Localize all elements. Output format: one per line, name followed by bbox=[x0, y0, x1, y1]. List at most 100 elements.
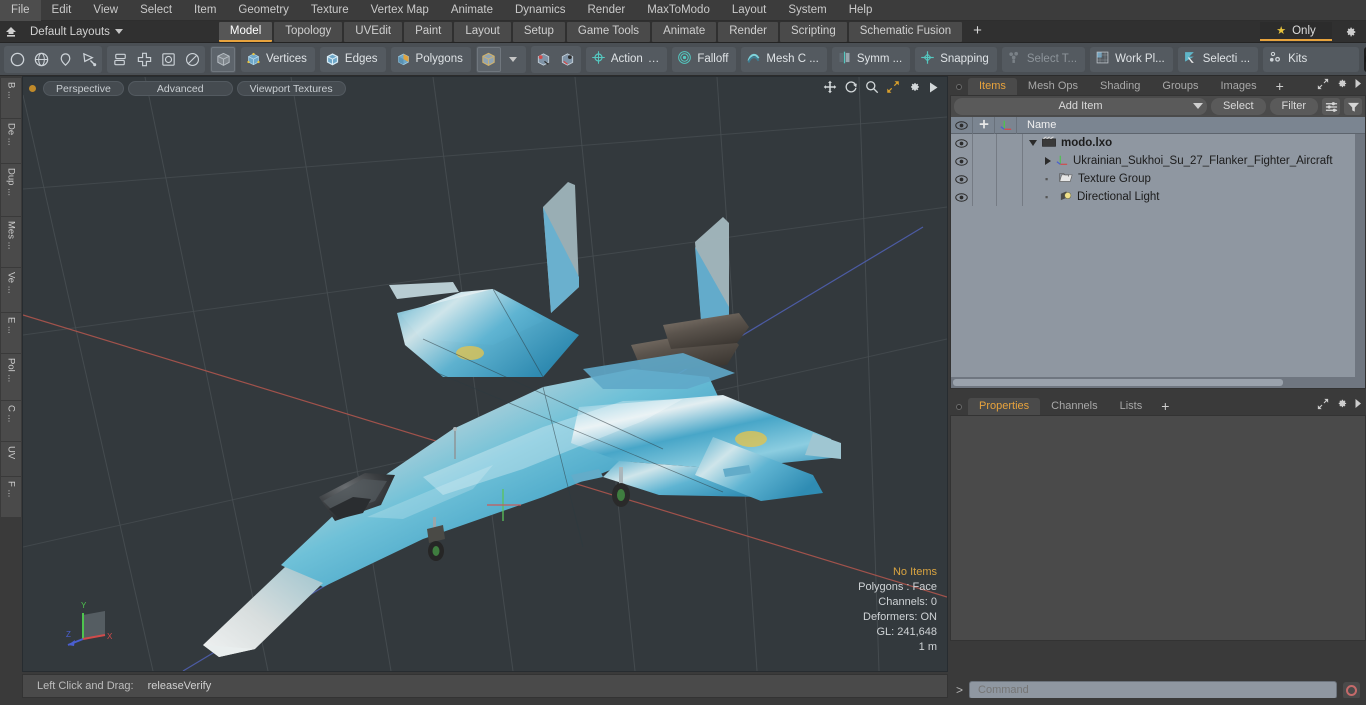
menu-item-layout[interactable]: Layout bbox=[721, 0, 778, 21]
collapse-up-icon[interactable] bbox=[0, 22, 22, 42]
menu-item-maxtomodo[interactable]: MaxToModo bbox=[636, 0, 721, 21]
menu-item-edit[interactable]: Edit bbox=[41, 0, 83, 21]
table-row[interactable]: Ukrainian_Sukhoi_Su_27_Flanker_Fighter_A… bbox=[951, 152, 1365, 170]
select-button[interactable]: Select bbox=[1210, 98, 1266, 115]
layout-tab-schematic-fusion[interactable]: Schematic Fusion bbox=[848, 21, 963, 42]
properties-panel-body[interactable] bbox=[950, 415, 1366, 641]
layout-tab-render[interactable]: Render bbox=[718, 21, 778, 42]
left-tab-mesh-edit[interactable]: Mes ... bbox=[1, 217, 21, 267]
record-icon[interactable] bbox=[1343, 681, 1360, 699]
layout-tab-animate[interactable]: Animate bbox=[652, 21, 717, 42]
gear-icon[interactable] bbox=[1340, 23, 1360, 41]
tab-properties[interactable]: Properties bbox=[968, 398, 1041, 415]
menu-item-texture[interactable]: Texture bbox=[300, 0, 360, 21]
layout-tab-model[interactable]: Model bbox=[218, 21, 273, 42]
snapping-button[interactable]: Snapping bbox=[915, 46, 997, 72]
tab-items[interactable]: Items bbox=[968, 78, 1017, 95]
eye-icon[interactable] bbox=[951, 152, 973, 170]
menu-item-view[interactable]: View bbox=[82, 0, 129, 21]
pen-icon[interactable] bbox=[53, 47, 77, 72]
tree-cell-axis[interactable] bbox=[997, 170, 1023, 188]
selection-mode-vertices[interactable]: Vertices bbox=[241, 46, 315, 72]
menu-item-file[interactable]: File bbox=[0, 0, 41, 21]
eye-icon[interactable] bbox=[951, 170, 973, 188]
polygon-pen-icon[interactable] bbox=[77, 47, 101, 72]
cube-item-icon[interactable] bbox=[476, 46, 501, 72]
layout-tab-game-tools[interactable]: Game Tools bbox=[566, 21, 651, 42]
left-tab-curve[interactable]: C ... bbox=[1, 401, 21, 441]
viewport-3d[interactable]: Perspective Advanced Viewport Textures N… bbox=[22, 76, 948, 672]
tree-row-label-scene[interactable]: modo.lxo bbox=[1023, 136, 1112, 150]
chevron-down-icon[interactable] bbox=[1029, 140, 1037, 146]
move-icon[interactable] bbox=[132, 47, 156, 72]
selection-sets-button[interactable]: Selecti ... bbox=[1177, 46, 1259, 72]
menu-item-help[interactable]: Help bbox=[838, 0, 884, 21]
add-item-button[interactable]: Add Item bbox=[954, 98, 1207, 115]
layout-tab-setup[interactable]: Setup bbox=[512, 21, 565, 42]
eye-icon[interactable] bbox=[951, 188, 973, 206]
select-through-button[interactable]: Select T... bbox=[1001, 46, 1086, 72]
panel-menu-icon[interactable] bbox=[1354, 78, 1362, 92]
menu-item-geometry[interactable]: Geometry bbox=[227, 0, 300, 21]
filter-button[interactable]: Filter bbox=[1269, 98, 1318, 115]
left-tab-duplicate[interactable]: Dup ... bbox=[1, 164, 21, 216]
add-panel-tab-button[interactable]: + bbox=[1267, 78, 1292, 95]
gear-icon[interactable] bbox=[907, 80, 921, 97]
layout-tab-topology[interactable]: Topology bbox=[274, 21, 343, 42]
table-row[interactable]: modo.lxo bbox=[951, 134, 1365, 152]
left-tab-fusion[interactable]: F ... bbox=[1, 477, 21, 517]
left-tab-basic[interactable]: B ... bbox=[1, 78, 21, 118]
zoom-icon[interactable] bbox=[865, 80, 879, 97]
axis-gizmo[interactable]: Y Z X bbox=[65, 597, 125, 649]
left-tab-vertex[interactable]: Ve ... bbox=[1, 268, 21, 312]
rotate-icon[interactable] bbox=[180, 47, 204, 72]
circle-icon[interactable] bbox=[5, 47, 29, 72]
tab-shading[interactable]: Shading bbox=[1089, 78, 1152, 95]
only-toggle[interactable]: ★ Only bbox=[1260, 22, 1332, 41]
layout-tab-scripting[interactable]: Scripting bbox=[779, 21, 847, 42]
panel-menu-icon[interactable] bbox=[1354, 398, 1362, 412]
viewport-shading-dropdown[interactable]: Advanced bbox=[127, 80, 233, 96]
menu-item-item[interactable]: Item bbox=[183, 0, 227, 21]
tree-cell-axis[interactable] bbox=[997, 152, 1023, 170]
snap-to-icon[interactable] bbox=[532, 47, 556, 72]
left-tab-polygon[interactable]: Pol ... bbox=[1, 354, 21, 400]
falloff-button[interactable]: Falloff bbox=[672, 46, 737, 72]
action-center-button[interactable]: Action … bbox=[585, 46, 668, 72]
list-options-icon[interactable] bbox=[1322, 98, 1340, 115]
layout-tab-uvedit[interactable]: UVEdit bbox=[344, 21, 403, 42]
mesh-constraint-button[interactable]: Mesh C ... bbox=[741, 46, 827, 72]
tree-cell-lock[interactable] bbox=[973, 170, 997, 188]
item-tree-vscrollbar[interactable] bbox=[1355, 134, 1365, 388]
table-row[interactable]: ▪ Directional Light bbox=[951, 188, 1365, 206]
menu-item-select[interactable]: Select bbox=[129, 0, 183, 21]
mirror-icon[interactable] bbox=[108, 47, 132, 72]
left-tab-deform[interactable]: De ... bbox=[1, 119, 21, 163]
play-icon[interactable] bbox=[928, 81, 939, 97]
maximize-icon[interactable] bbox=[1317, 78, 1329, 93]
menu-item-dynamics[interactable]: Dynamics bbox=[504, 0, 576, 21]
tab-mesh-ops[interactable]: Mesh Ops bbox=[1016, 78, 1090, 95]
tab-images[interactable]: Images bbox=[1209, 78, 1268, 95]
layout-tab-paint[interactable]: Paint bbox=[404, 21, 453, 42]
command-input[interactable] bbox=[969, 681, 1337, 699]
menu-item-animate[interactable]: Animate bbox=[440, 0, 504, 21]
funnel-icon[interactable] bbox=[1344, 98, 1362, 115]
maximize-icon[interactable] bbox=[1317, 398, 1329, 413]
item-tree-hscrollbar[interactable] bbox=[951, 377, 1365, 388]
tree-row-label-mesh[interactable]: Ukrainian_Sukhoi_Su_27_Flanker_Fighter_A… bbox=[1023, 154, 1333, 169]
chevron-down-icon[interactable] bbox=[501, 47, 525, 72]
menu-item-render[interactable]: Render bbox=[576, 0, 636, 21]
tree-cell-axis[interactable] bbox=[997, 134, 1023, 152]
tree-row-label-directional-light[interactable]: ▪ Directional Light bbox=[1023, 190, 1159, 205]
rotate-icon[interactable] bbox=[844, 80, 858, 97]
layout-tab-layout[interactable]: Layout bbox=[454, 21, 511, 42]
tree-cell-axis[interactable] bbox=[997, 188, 1023, 206]
tab-groups[interactable]: Groups bbox=[1151, 78, 1210, 95]
table-row[interactable]: ▪ Texture Group bbox=[951, 170, 1365, 188]
kits-button[interactable]: Kits bbox=[1263, 46, 1360, 72]
tab-channels[interactable]: Channels bbox=[1040, 398, 1109, 415]
left-tab-edge[interactable]: E ... bbox=[1, 313, 21, 353]
selection-mode-edges[interactable]: Edges bbox=[319, 46, 386, 72]
add-layout-tab-button[interactable]: + bbox=[964, 22, 991, 42]
